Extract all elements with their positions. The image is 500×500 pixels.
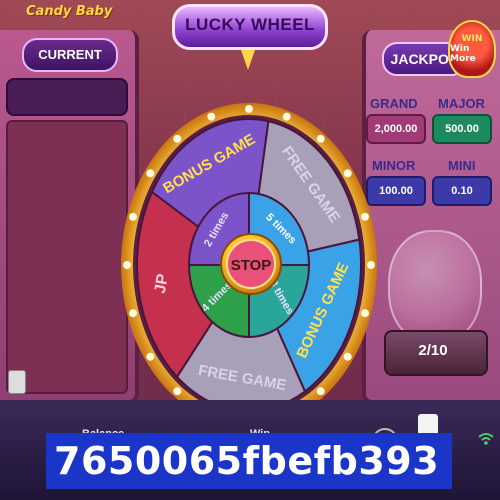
wifi-icon [478,433,494,445]
rim-light [361,212,370,221]
segment-label-jp: JP [152,272,172,295]
rim-light [128,212,137,221]
rim-light [361,309,370,318]
rim-light [146,169,155,178]
mini-value: 0.10 [432,176,492,206]
rim-light [316,134,325,143]
win-badge-top: WIN [461,34,483,44]
current-win-value-box [6,78,128,116]
lucky-wheel: BONUS GAME FREE GAMEBONUS GAMEFREE GAMEJP… [121,103,377,425]
rim-light [316,387,325,396]
mini-label: MINI [448,158,476,173]
lucky-wheel-title: LUCKY WHEEL [172,4,328,50]
watermark-text: 7650065fbefb393 [46,433,452,489]
rim-light [282,112,291,121]
current-win-title: CURRENT WIN [22,38,118,92]
win-badge: WIN Win More [448,20,496,78]
rim-light [343,169,352,178]
rim-light [128,309,137,318]
major-value: 500.00 [432,114,492,144]
rim-light [123,261,131,269]
jar-counter: 2/10 [418,342,448,359]
major-label: MAJOR [438,96,485,111]
candy-jar [388,230,482,344]
game-logo: Candy Baby [26,4,113,19]
rim-light [173,387,182,396]
rim-light [173,134,182,143]
rim-light [367,261,375,269]
current-win-list [6,120,128,394]
trash-icon[interactable] [8,370,26,394]
stop-button-label: STOP [231,257,272,274]
win-badge-bottom: Win More [450,44,476,64]
rim-light [343,352,352,361]
rim-light [207,112,216,121]
rim-light [146,352,155,361]
rim-light [245,105,253,113]
